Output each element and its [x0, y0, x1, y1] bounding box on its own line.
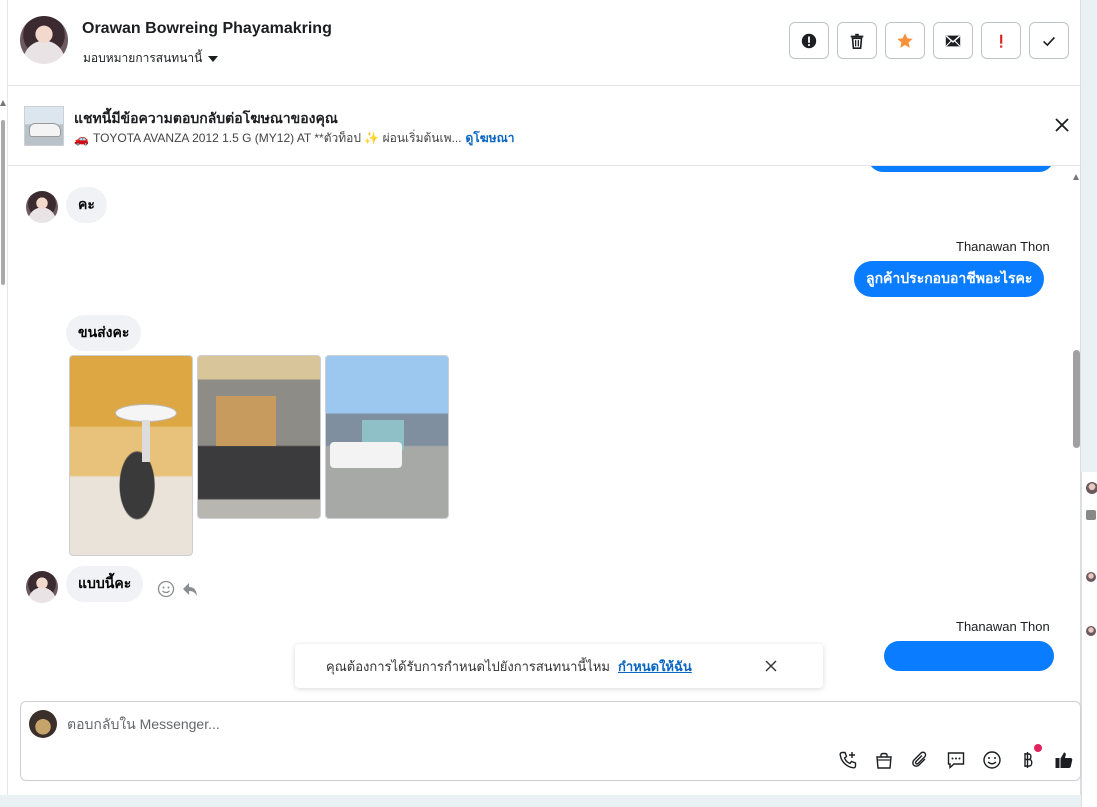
- done-button[interactable]: [1029, 22, 1069, 59]
- photo-detail: [216, 396, 276, 446]
- message-photo[interactable]: [69, 355, 193, 556]
- saved-reply-icon: [947, 752, 965, 770]
- header-actions: [789, 22, 1069, 59]
- exclamation-icon: [1000, 34, 1003, 48]
- left-scroll-thumb[interactable]: [1, 120, 5, 285]
- delete-button[interactable]: [837, 22, 877, 59]
- payment-button[interactable]: [1016, 744, 1042, 772]
- attach-button[interactable]: [908, 748, 932, 772]
- close-banner-button[interactable]: [1051, 114, 1073, 136]
- saved-reply-button[interactable]: [944, 748, 968, 772]
- emoji-button[interactable]: [980, 748, 1004, 772]
- view-ad-link[interactable]: ดูโฆษณา: [466, 129, 515, 148]
- incoming-message[interactable]: คะ: [66, 187, 107, 223]
- close-icon[interactable]: [763, 658, 779, 674]
- composer-toolbar: [836, 744, 1076, 772]
- reply-icon[interactable]: [181, 580, 199, 598]
- outgoing-message-partial[interactable]: [868, 166, 1054, 172]
- message-thread[interactable]: คะ Thanawan Thon ลูกค้าประกอบอาชีพอะไรคะ…: [8, 166, 1081, 700]
- outgoing-message-partial[interactable]: [884, 641, 1054, 671]
- reply-input[interactable]: [67, 716, 967, 732]
- paperclip-icon: [912, 751, 927, 767]
- assign-label: มอบหมายการสนทนานี้: [83, 51, 203, 65]
- photo-detail: [330, 442, 402, 468]
- sender-name: Thanawan Thon: [956, 619, 1050, 634]
- trash-icon: [850, 33, 864, 49]
- contact-avatar[interactable]: [20, 16, 68, 64]
- like-button[interactable]: [1052, 748, 1076, 772]
- ad-thumbnail[interactable]: [24, 106, 64, 146]
- thread-scrollbar[interactable]: [1071, 166, 1081, 700]
- thumbs-up-icon: [1055, 752, 1073, 768]
- left-scroll-up-arrow[interactable]: [0, 100, 6, 106]
- message-reactions: [157, 580, 199, 598]
- ad-description: TOYOTA AVANZA 2012 1.5 G (MY12) AT **ตัว…: [92, 131, 462, 145]
- emoji-icon: [983, 751, 1001, 769]
- message-photo[interactable]: [197, 355, 321, 519]
- page-avatar: [29, 710, 57, 738]
- mini-avatar[interactable]: [1086, 510, 1096, 520]
- notification-dot: [1034, 744, 1042, 752]
- message-composer: [20, 701, 1081, 781]
- alert-circle-icon: [801, 33, 817, 48]
- outgoing-message[interactable]: ลูกค้าประกอบอาชีพอะไรคะ: [854, 261, 1045, 297]
- scroll-up-arrow[interactable]: [1073, 174, 1079, 180]
- car-emoji-icon: 🚗: [74, 131, 89, 146]
- incoming-message[interactable]: ขนส่งคะ: [66, 315, 142, 351]
- star-icon: [897, 32, 913, 48]
- mini-avatar[interactable]: [1086, 482, 1097, 494]
- mini-avatar[interactable]: [1086, 626, 1096, 636]
- baht-icon: [1024, 752, 1033, 768]
- emoji-react-icon[interactable]: [157, 580, 175, 598]
- caret-down-icon: [208, 55, 219, 62]
- mini-avatar[interactable]: [1086, 572, 1096, 582]
- ad-subtitle: 🚗 TOYOTA AVANZA 2012 1.5 G (MY12) AT **ต…: [74, 129, 514, 148]
- right-side-strip: [1081, 472, 1097, 807]
- conversation-header: Orawan Bowreing Phayamakring มอบหมายการส…: [8, 0, 1081, 86]
- inbox-conversation-panel: Orawan Bowreing Phayamakring มอบหมายการส…: [0, 0, 1081, 795]
- spam-button[interactable]: [981, 22, 1021, 59]
- message-photo[interactable]: [325, 355, 449, 519]
- contact-message-avatar[interactable]: [26, 571, 58, 603]
- mark-unread-button[interactable]: [933, 22, 973, 59]
- call-button[interactable]: [836, 748, 860, 772]
- report-button[interactable]: [789, 22, 829, 59]
- ad-banner-title: แชทนี้มีข้อความตอบกลับต่อโฆษณาของคุณ: [74, 110, 338, 126]
- star-button[interactable]: [885, 22, 925, 59]
- assign-dropdown[interactable]: มอบหมายการสนทนานี้: [83, 49, 219, 68]
- car-image: [29, 123, 61, 137]
- shopping-bag-icon: [876, 752, 892, 769]
- envelope-icon: [945, 35, 961, 46]
- ad-reply-banner: แชทนี้มีข้อความตอบกลับต่อโฆษณาของคุณ 🚗 T…: [8, 86, 1081, 166]
- scroll-thumb[interactable]: [1073, 350, 1080, 448]
- phone-add-icon: [839, 751, 857, 769]
- incoming-message[interactable]: แบบนี้คะ: [66, 566, 144, 602]
- contact-message-avatar[interactable]: [26, 191, 58, 223]
- assign-to-me-link[interactable]: กำหนดให้ฉัน: [618, 656, 692, 677]
- shop-button[interactable]: [872, 748, 896, 772]
- sender-name: Thanawan Thon: [956, 239, 1050, 254]
- contact-name[interactable]: Orawan Bowreing Phayamakring: [82, 20, 332, 38]
- close-icon: [1055, 118, 1069, 132]
- assign-prompt-toast: คุณต้องการได้รับการกำหนดไปยังการสนทนานี้…: [295, 644, 823, 688]
- assign-prompt-text: คุณต้องการได้รับการกำหนดไปยังการสนทนานี้…: [326, 658, 610, 674]
- photo-detail: [142, 420, 150, 462]
- left-scrollbar[interactable]: [0, 0, 8, 795]
- check-icon: [1043, 36, 1055, 46]
